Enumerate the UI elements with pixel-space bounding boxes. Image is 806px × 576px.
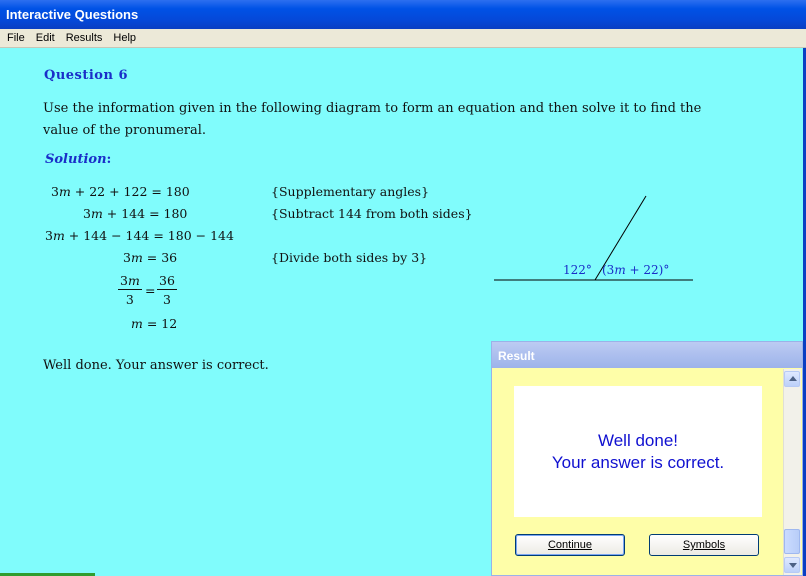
result-dialog: Result Well done! Your answer is correct…	[491, 341, 803, 576]
window-title-bar[interactable]: Interactive Questions	[0, 0, 806, 29]
solution-reason-2: {Subtract 144 from both sides}	[271, 206, 473, 221]
symbols-button[interactable]: Symbols	[649, 534, 759, 556]
result-message-line1: Well done!	[597, 431, 678, 450]
solution-final: m = 12	[131, 316, 178, 331]
triangle-down-icon	[789, 563, 797, 568]
solution-line-1: 3m + 22 + 122 = 180	[51, 184, 190, 199]
scroll-up-button[interactable]	[784, 371, 800, 387]
angle-diagram: 122° (3m + 22)°	[490, 188, 700, 288]
result-message-line2: Your answer is correct.	[551, 453, 725, 472]
triangle-up-icon	[789, 376, 797, 381]
continue-button[interactable]: Continue	[515, 534, 625, 556]
solution-reason-1: {Supplementary angles}	[271, 184, 430, 199]
dialog-scrollbar[interactable]	[783, 369, 801, 575]
fraction-left: 3m 3	[118, 273, 142, 307]
result-message: Well done! Your answer is correct.	[514, 430, 762, 474]
menu-help[interactable]: Help	[109, 29, 140, 48]
solution-line-2: 3m + 144 = 180	[83, 206, 188, 221]
result-dialog-title[interactable]: Result	[492, 342, 802, 368]
question-text: Use the information given in the followi…	[43, 101, 702, 138]
result-message-panel: Well done! Your answer is correct.	[514, 386, 762, 517]
scroll-down-button[interactable]	[784, 557, 800, 573]
menu-results[interactable]: Results	[62, 29, 107, 48]
menu-file[interactable]: File	[3, 29, 29, 48]
solution-reason-4: {Divide both sides by 3}	[271, 250, 428, 265]
menu-bar: File Edit Results Help	[0, 29, 806, 48]
solution-heading: Solution:	[45, 152, 112, 167]
fraction-right: 36 3	[157, 273, 177, 307]
question-title: Question 6	[44, 68, 129, 83]
angle-label-122: 122°	[563, 263, 592, 277]
feedback-text: Well done. Your answer is correct.	[43, 358, 269, 373]
window-title: Interactive Questions	[6, 7, 139, 22]
angle-label-3m22: (3m + 22)°	[602, 263, 670, 277]
scroll-thumb[interactable]	[784, 529, 800, 554]
solution-line-3: 3m + 144 − 144 = 180 − 144	[45, 228, 234, 243]
solution-line-4: 3m = 36	[123, 250, 178, 265]
menu-edit[interactable]: Edit	[32, 29, 59, 48]
fraction-equals: =	[145, 283, 156, 298]
